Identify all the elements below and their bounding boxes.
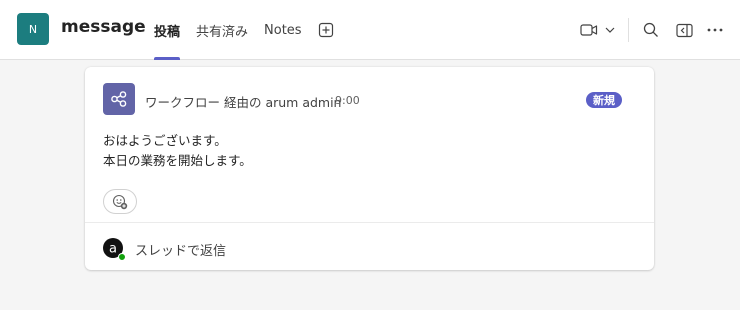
svg-text:a: a <box>109 242 117 257</box>
channel-avatar-initial: N <box>28 22 38 36</box>
add-reaction-button[interactable] <box>103 189 137 214</box>
new-badge: 新規 <box>586 92 622 108</box>
video-call-button[interactable] <box>578 19 618 41</box>
plus-square-icon <box>318 22 333 38</box>
tab-shared-label: 共有済み <box>196 24 249 40</box>
add-reaction-icon <box>112 194 128 209</box>
more-options-button[interactable] <box>704 19 726 41</box>
message-sender: ワークフロー 経由の arum admin <box>145 95 342 110</box>
reply-label: スレッドで返信 <box>135 244 227 259</box>
message-line: おはようございます。 <box>103 133 227 148</box>
search-icon <box>643 22 658 37</box>
tab-posts[interactable]: 投稿 <box>154 0 181 60</box>
workflow-avatar[interactable] <box>103 83 135 115</box>
message-line: 本日の業務を開始します。 <box>103 153 252 168</box>
more-horizontal-icon <box>707 28 723 32</box>
tab-shared[interactable]: 共有済み <box>196 0 248 60</box>
presence-available-icon <box>118 253 126 261</box>
workflow-icon <box>111 91 127 107</box>
message-body: おはようございます。 本日の業務を開始します。 <box>103 131 252 171</box>
message-timestamp: 9:00 <box>335 94 360 107</box>
tab-posts-label: 投稿 <box>154 24 181 40</box>
chevron-down-icon <box>605 27 615 33</box>
reply-in-thread-button[interactable]: a スレッドで返信 <box>85 223 654 270</box>
add-tab-button[interactable] <box>318 0 334 60</box>
side-panel-button[interactable] <box>673 19 695 41</box>
search-button[interactable] <box>640 19 662 41</box>
message-card[interactable]: ワークフロー 経由の arum admin 9:00 新規 おはようございます。… <box>85 67 654 270</box>
channel-tabs: 投稿 共有済み Notes <box>154 0 334 60</box>
channel-title: message <box>61 17 146 37</box>
header-divider <box>628 18 629 42</box>
tab-notes-label: Notes <box>264 22 302 38</box>
side-panel-icon <box>675 23 693 37</box>
tab-notes[interactable]: Notes <box>264 0 302 60</box>
channel-header: N message 投稿 共有済み Notes <box>0 0 740 60</box>
video-camera-icon <box>580 24 598 36</box>
channel-avatar[interactable]: N <box>17 13 49 45</box>
